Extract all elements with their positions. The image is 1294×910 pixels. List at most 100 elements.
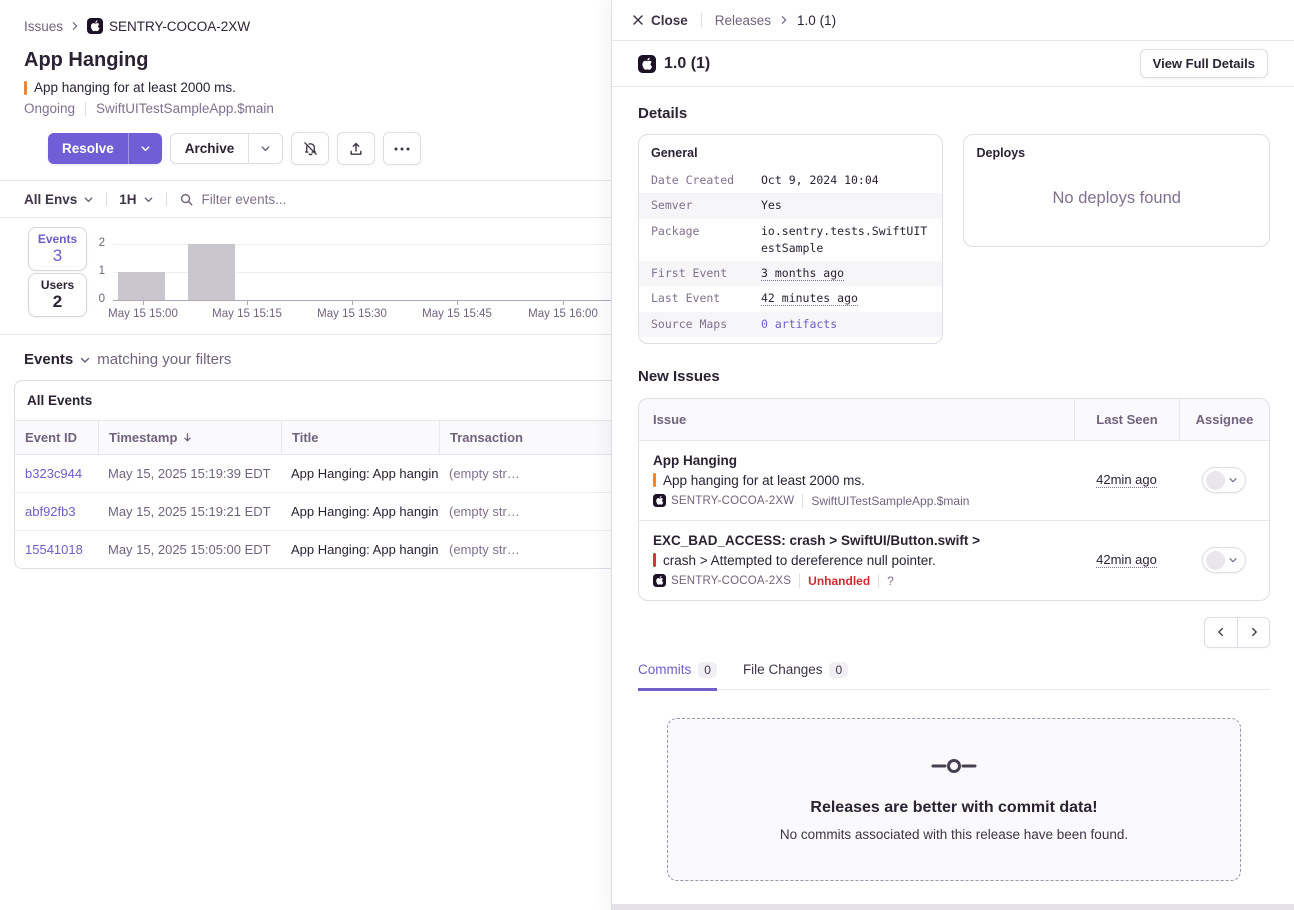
issue-row-subtitle: crash > Attempted to dereference null po… [653,553,1060,568]
general-value: 3 months ago [761,265,844,282]
assignee-dropdown[interactable] [1202,547,1246,573]
all-events-title: All Events [15,381,611,420]
level-indicator-fatal [653,553,656,567]
assignee-dropdown[interactable] [1202,467,1246,493]
general-row: First Event 3 months ago [639,261,942,286]
event-id-link[interactable]: abf92fb3 [15,493,98,530]
tab-file-changes[interactable]: File Changes 0 [743,662,848,691]
new-issues-heading: New Issues [638,368,1270,385]
resolve-dropdown-button[interactable] [128,133,162,164]
breadcrumb-issues-link[interactable]: Issues [24,19,63,34]
period-selector[interactable]: 1H [119,192,153,207]
tab-commits[interactable]: Commits 0 [638,662,717,691]
chevron-down-icon [1228,555,1238,565]
filter-search [179,192,611,207]
resolve-button[interactable]: Resolve [48,133,128,164]
archive-split-button: Archive [170,133,284,164]
column-transaction[interactable]: Transaction [439,421,611,454]
issue-title: App Hanging [24,49,611,72]
tab-commits-count: 0 [698,662,717,678]
close-drawer-button[interactable]: Close [632,13,688,28]
general-card-title: General [639,146,942,168]
horizontal-scrollbar[interactable] [612,904,1294,910]
issue-row[interactable]: App Hanging App hanging for at least 200… [639,441,1269,521]
issue-row[interactable]: EXC_BAD_ACCESS: crash > SwiftUI/Button.s… [639,521,1269,600]
event-timestamp: May 15, 2025 15:05:00 EDT [98,531,281,568]
event-id-link[interactable]: b323c944 [15,455,98,492]
issue-status: Ongoing [24,101,75,116]
apple-project-icon [638,55,656,73]
events-stat-label: Events [29,232,86,246]
source-maps-link[interactable]: 0 artifacts [761,316,837,333]
archive-dropdown-button[interactable] [248,134,282,163]
issue-row-title[interactable]: App Hanging [653,453,1060,468]
y-tick-label: 0 [85,293,105,305]
drawer-body: Details General Date Created Oct 9, 2024… [612,87,1294,881]
bell-slash-icon [302,140,319,157]
share-button[interactable] [337,132,375,165]
sort-desc-icon [182,432,193,443]
commit-icon [931,756,977,776]
divider [878,574,879,588]
event-transaction: (empty str… [439,493,611,530]
x-tick [352,301,353,305]
issue-details-panel: Issues SENTRY-COCOA-2XW App Hanging App … [0,0,611,910]
users-stat-label: Users [29,278,86,292]
x-tick-label: May 15 15:00 [98,308,188,320]
previous-page-button[interactable] [1205,618,1237,647]
event-id-link[interactable]: 15541018 [15,531,98,568]
close-icon [632,14,644,26]
x-tick [457,301,458,305]
environment-selector-label: All Envs [24,192,77,207]
users-stat-toggle[interactable]: Users 2 [28,273,87,317]
table-row[interactable]: b323c944 May 15, 2025 15:19:39 EDT App H… [15,455,611,493]
tab-commits-label: Commits [638,662,691,677]
mute-button[interactable] [291,132,329,165]
filter-events-input[interactable] [202,192,502,207]
next-page-button[interactable] [1237,618,1269,647]
column-last-seen: Last Seen [1074,399,1179,440]
column-assignee: Assignee [1179,399,1269,440]
x-tick [563,301,564,305]
divider [166,192,167,206]
commits-empty-state: Releases are better with commit data! No… [667,718,1241,881]
divider [701,13,702,27]
chevron-down-icon [79,354,91,366]
column-title[interactable]: Title [281,421,439,454]
breadcrumb: Issues SENTRY-COCOA-2XW [24,18,611,34]
issue-project: SENTRY-COCOA-2XS [653,574,791,587]
deploys-card: Deploys No deploys found [963,134,1270,247]
events-stat-toggle[interactable]: Events 3 [28,227,87,271]
table-row[interactable]: 15541018 May 15, 2025 15:05:00 EDT App H… [15,531,611,568]
issue-meta-row: Ongoing SwiftUITestSampleApp.$main [24,101,611,116]
apple-project-icon [653,494,666,507]
period-selector-label: 1H [119,192,136,207]
chevron-right-icon [779,15,789,25]
general-key: Source Maps [651,316,761,333]
chevron-right-icon [1248,626,1260,638]
general-value: Oct 9, 2024 10:04 [761,172,879,189]
issue-row-title[interactable]: EXC_BAD_ACCESS: crash > SwiftUI/Button.s… [653,533,1060,548]
issue-location: SwiftUITestSampleApp.$main [96,101,274,116]
events-heading-suffix: matching your filters [97,351,231,368]
column-timestamp[interactable]: Timestamp [98,421,281,454]
y-tick-label: 1 [85,265,105,277]
level-indicator-error [653,473,656,487]
environment-selector[interactable]: All Envs [24,192,94,207]
general-key: First Event [651,265,761,282]
deploys-card-title: Deploys [976,146,1257,160]
x-tick-label: May 15 15:15 [202,308,292,320]
column-event-id[interactable]: Event ID [15,421,98,454]
new-issues-card: Issue Last Seen Assignee App Hanging App… [638,398,1270,601]
event-transaction: (empty str… [439,531,611,568]
view-full-details-button[interactable]: View Full Details [1140,49,1268,78]
table-row[interactable]: abf92fb3 May 15, 2025 15:19:21 EDT App H… [15,493,611,531]
release-title: 1.0 (1) [664,55,710,73]
archive-button[interactable]: Archive [171,134,249,163]
more-actions-button[interactable] [383,132,421,165]
unhandled-tag: Unhandled [808,574,870,588]
events-dropdown[interactable]: Events [24,351,73,368]
breadcrumb-releases-link[interactable]: Releases [715,13,771,28]
issues-pagination [638,617,1270,648]
event-timestamp: May 15, 2025 15:19:39 EDT [98,455,281,492]
